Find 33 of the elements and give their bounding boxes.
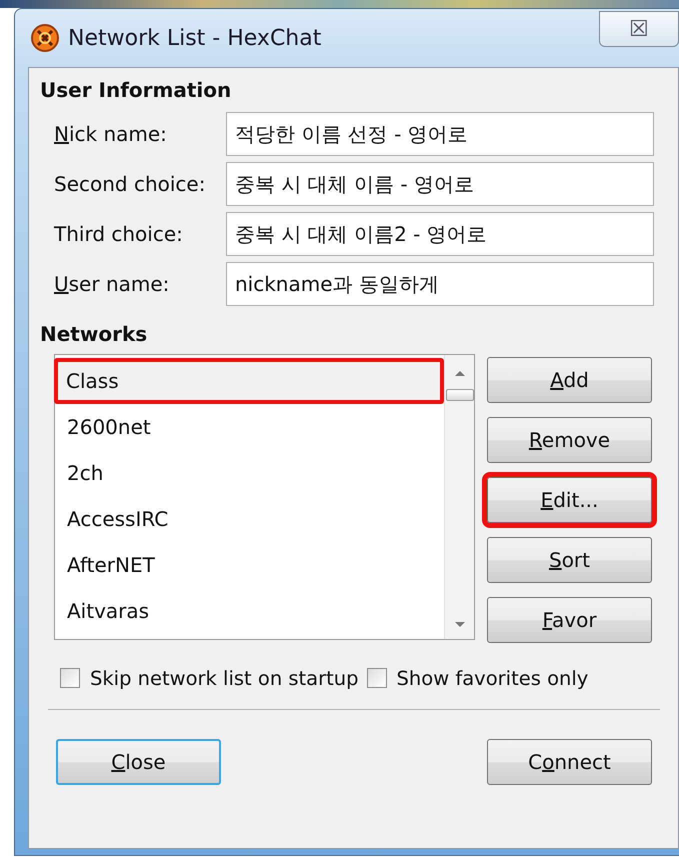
network-item[interactable]: Aitvaras [55,588,444,634]
input-field[interactable]: 중복 시 대체 이름 - 영어로 [226,162,654,206]
scrollbar[interactable] [444,355,474,639]
scroll-down-icon[interactable] [454,621,466,629]
network-item[interactable]: 2600net [55,404,444,450]
field-label: User name: [54,272,170,296]
field-label: Third choice: [54,222,184,246]
scroll-up-icon[interactable] [454,369,466,377]
scrollbar-thumb[interactable] [446,389,474,401]
dialog-button[interactable]: Connect [487,739,652,785]
close-button[interactable]: ☒ [599,11,679,47]
checkbox-label: Show favorites only [396,666,588,690]
checkbox[interactable] [60,668,80,688]
section-heading: Networks [40,322,148,348]
checkbox-label: Skip network list on startup [90,666,359,690]
field-label: Second choice: [54,172,206,196]
dialog-button[interactable]: Close [56,739,221,785]
window-title: Network List - HexChat [68,26,322,50]
action-button[interactable]: Add [487,357,652,403]
network-item[interactable]: 2ch [55,450,444,496]
network-item[interactable]: AccessIRC [55,496,444,542]
app-icon [30,23,60,53]
section-heading: User Information [40,78,232,104]
action-button[interactable]: Sort [487,537,652,583]
action-button[interactable]: Favor [487,597,652,643]
input-field[interactable]: 적당한 이름 선정 - 영어로 [226,112,654,156]
action-button[interactable]: Remove [487,417,652,463]
checkbox[interactable] [366,668,387,688]
network-item[interactable]: Class [54,358,444,404]
field-label: Nick name: [54,122,168,146]
input-field[interactable]: nickname과 동일하게 [226,262,654,306]
input-field[interactable]: 중복 시 대체 이름2 - 영어로 [226,212,654,256]
network-item[interactable]: AfterNET [55,542,444,588]
